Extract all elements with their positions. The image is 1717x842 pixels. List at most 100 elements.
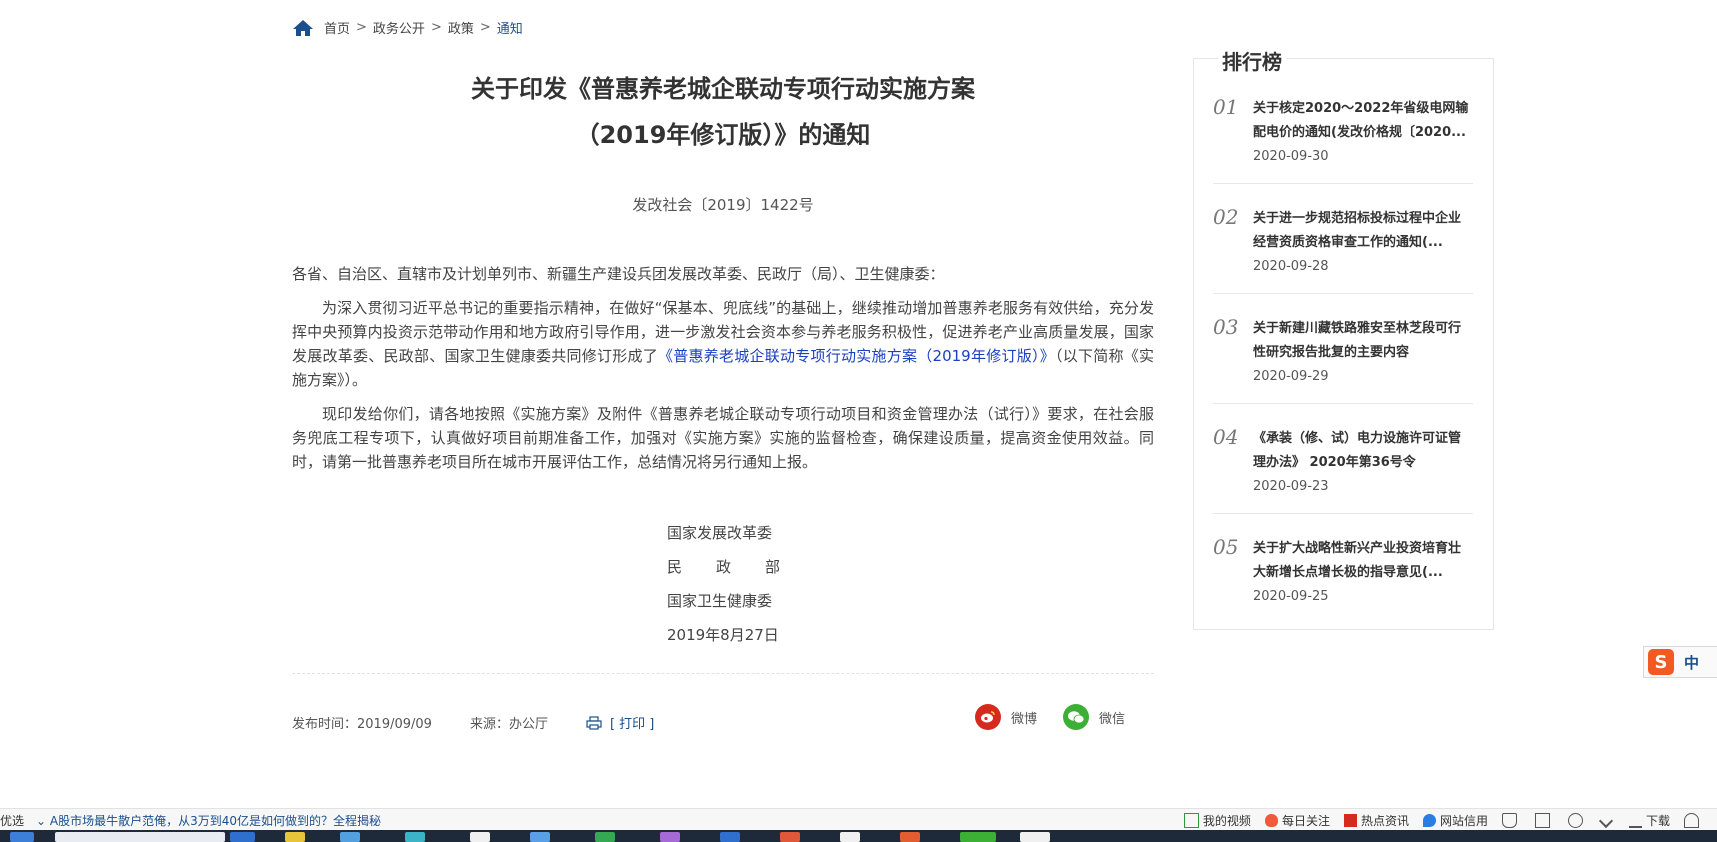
- source: 来源：办公厅: [469, 717, 548, 732]
- taskbar-app[interactable]: [470, 832, 490, 842]
- headset-icon: [1684, 813, 1699, 828]
- article-title-line1: 关于印发《普惠养老城企联动专项行动实施方案: [471, 75, 975, 103]
- ranking-number: 04: [1213, 425, 1239, 449]
- ranking-divider: [1213, 293, 1473, 294]
- share-weibo[interactable]: 微博: [975, 704, 1037, 730]
- ranking-number: 01: [1213, 95, 1239, 119]
- signature-date: 2019年8月27日: [667, 626, 779, 644]
- breadcrumb-separator: >: [356, 20, 367, 35]
- breadcrumb-separator: >: [479, 20, 491, 35]
- ime-mode[interactable]: 中: [1684, 652, 1699, 673]
- ranking-date: 2020-09-28: [1253, 259, 1329, 274]
- sogou-logo-icon[interactable]: S: [1648, 649, 1674, 675]
- print-label: [ 打印 ]: [609, 717, 655, 732]
- printer-icon: [586, 715, 602, 730]
- signature-mca: 民政部: [667, 558, 815, 576]
- breadcrumb-current[interactable]: 通知: [497, 18, 523, 37]
- taskbar-app[interactable]: [720, 832, 740, 842]
- ranking-date: 2020-09-23: [1253, 479, 1329, 494]
- taskbar-app[interactable]: [960, 832, 996, 842]
- news-icon: [1343, 814, 1357, 827]
- taskbar-app[interactable]: [780, 832, 800, 842]
- ime-toolbar[interactable]: S 中: [1643, 646, 1717, 678]
- taskbar-app[interactable]: [660, 832, 680, 842]
- signature-block: 国家发展改革委 民政部 国家卫生健康委 2019年8月27日: [667, 516, 814, 652]
- news-ticker-text[interactable]: A股市场最牛散户范俺，从3万到40亿是如何做到的？全程揭秘: [50, 814, 381, 828]
- article-title-line2: （2019年修订版）》的通知: [575, 121, 871, 149]
- ranking-divider: [1213, 183, 1473, 184]
- ranking-link[interactable]: 关于扩大战略性新兴产业投资培育壮大新增长点增长极的指导意见(...: [1253, 537, 1473, 585]
- ranking-link[interactable]: 关于新建川藏铁路雅安至林芝段可行性研究报告批复的主要内容: [1253, 317, 1473, 365]
- rocket-icon: [1598, 813, 1614, 828]
- paragraph-2: 现印发给你们，请各地按照《实施方案》及附件《普惠养老城企联动专项行动项目和资金管…: [292, 405, 1154, 471]
- breadcrumb-gov-affairs[interactable]: 政务公开: [373, 18, 425, 37]
- taskbar-app[interactable]: [595, 832, 615, 842]
- ranking-divider: [1213, 513, 1473, 514]
- breadcrumb-home[interactable]: 首页: [324, 18, 350, 37]
- image-icon: [1534, 813, 1550, 828]
- taskbar-app[interactable]: [55, 832, 225, 842]
- news-ticker[interactable]: ⌄ A股市场最牛散户范俺，从3万到40亿是如何做到的？全程揭秘: [36, 812, 381, 829]
- home-icon[interactable]: [292, 19, 314, 37]
- site-credit-button[interactable]: 网站信用: [1422, 812, 1488, 829]
- taskbar-app[interactable]: [530, 832, 550, 842]
- ranking-link[interactable]: 关于进一步规范招标投标过程中企业经营资质资格审查工作的通知(...: [1253, 207, 1473, 255]
- ranking-link[interactable]: 《承装（修、试）电力设施许可证管理办法》 2020年第36号令: [1253, 427, 1473, 475]
- ranking-number: 05: [1213, 535, 1239, 559]
- taskbar-app[interactable]: [405, 832, 425, 842]
- my-video-button[interactable]: 我的视频: [1183, 812, 1251, 829]
- hot-news-button[interactable]: 热点资讯: [1343, 812, 1409, 829]
- ranking-date: 2020-09-29: [1253, 369, 1329, 384]
- start-icon[interactable]: [10, 832, 34, 842]
- breadcrumb-policy[interactable]: 政策: [448, 18, 474, 37]
- site-credit-label: 网站信用: [1439, 814, 1488, 828]
- wechat-icon: [1063, 704, 1089, 730]
- wechat-label: 微信: [1099, 711, 1126, 727]
- gauge-icon: [1567, 813, 1583, 828]
- signature-nhc: 国家卫生健康委: [667, 592, 773, 610]
- taskbar-app[interactable]: [1020, 832, 1050, 842]
- taskbar-app[interactable]: [900, 832, 920, 842]
- os-taskbar: [0, 830, 1717, 842]
- ranking-number: 02: [1213, 205, 1239, 229]
- rocket-button[interactable]: [1598, 813, 1615, 828]
- image-button[interactable]: [1534, 813, 1554, 828]
- headset-button[interactable]: [1684, 813, 1703, 828]
- document-number: 发改社会〔2019〕1422号: [632, 196, 814, 214]
- ranking-link[interactable]: 关于核定2020～2022年省级电网输配电价的通知(发改价格规〔2020...: [1253, 97, 1473, 145]
- shield-icon: [1501, 813, 1517, 828]
- divider: [292, 673, 1154, 674]
- shield-button[interactable]: [1501, 813, 1521, 828]
- weibo-label: 微博: [1011, 711, 1038, 727]
- paragraph-1: 为深入贯彻习近平总书记的重要指示精神，在做好“保基本、兜底线”的基础上，继续推动…: [292, 296, 1154, 392]
- ranking-number: 03: [1213, 315, 1239, 339]
- speed-button[interactable]: [1567, 813, 1587, 828]
- article-title: 关于印发《普惠养老城企联动专项行动实施方案 （2019年修订版）》的通知: [292, 66, 1154, 158]
- article-meta: 发布时间：2019/09/09 来源：办公厅 [ 打印 ]: [292, 713, 692, 732]
- video-icon: [1183, 813, 1199, 828]
- download-icon: [1628, 813, 1642, 828]
- breadcrumb-separator: >: [430, 20, 442, 35]
- article-body: 各省、自治区、直辖市及计划单列市、新疆生产建设兵团发展改革委、民政厅（局）、卫生…: [292, 262, 1154, 484]
- salutation: 各省、自治区、直辖市及计划单列市、新疆生产建设兵团发展改革委、民政厅（局）、卫生…: [292, 265, 945, 283]
- daily-focus-button[interactable]: 每日关注: [1264, 812, 1330, 829]
- download-button[interactable]: 下载: [1628, 812, 1670, 829]
- plan-link[interactable]: 《普惠养老城企联动专项行动实施方案（2019年修订版）》: [658, 347, 1055, 365]
- ranking-date: 2020-09-30: [1253, 149, 1329, 164]
- status-left-label[interactable]: 优选: [0, 812, 24, 829]
- signature-ndrc: 国家发展改革委: [667, 524, 773, 542]
- publish-time: 发布时间：2019/09/09: [292, 717, 432, 732]
- taskbar-app[interactable]: [230, 832, 255, 842]
- ranking-date: 2020-09-25: [1253, 589, 1329, 604]
- taskbar-app[interactable]: [840, 832, 860, 842]
- flame-icon: [1264, 814, 1278, 827]
- taskbar-app[interactable]: [285, 832, 305, 842]
- taskbar-app[interactable]: [340, 832, 360, 842]
- ranking-divider: [1213, 403, 1473, 404]
- chevron-down-icon: ⌄: [36, 814, 50, 828]
- my-video-label: 我的视频: [1202, 814, 1251, 828]
- ranking-title: 排行榜: [1218, 46, 1286, 75]
- print-button[interactable]: [ 打印 ]: [586, 713, 692, 732]
- daily-focus-label: 每日关注: [1281, 814, 1330, 828]
- share-wechat[interactable]: 微信: [1063, 704, 1125, 730]
